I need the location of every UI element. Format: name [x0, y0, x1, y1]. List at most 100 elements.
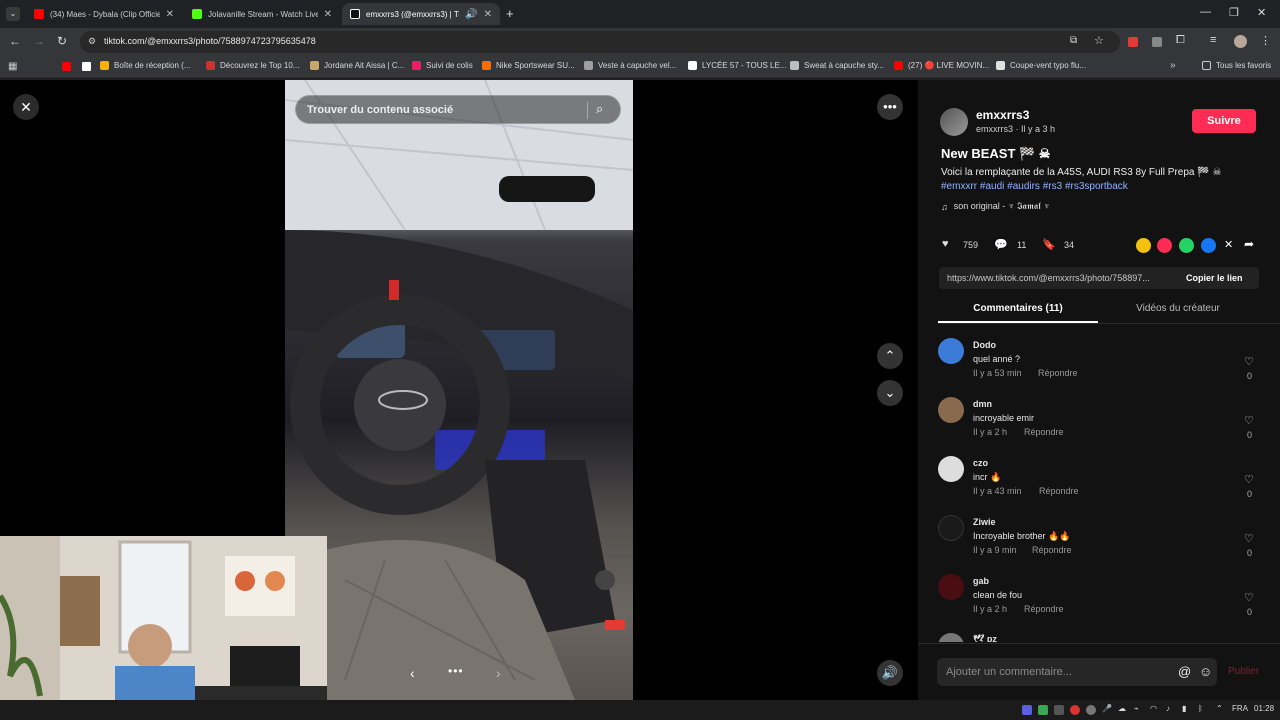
blank-bookmark-icon[interactable]: [82, 62, 91, 71]
cloud-icon[interactable]: ☁: [1118, 704, 1126, 713]
comment-author[interactable]: gab: [973, 576, 989, 586]
close-tab-icon[interactable]: ✕: [166, 9, 174, 20]
comment-input[interactable]: Ajouter un commentaire... @ ☺: [937, 658, 1217, 686]
extension-icon[interactable]: [1152, 37, 1162, 47]
copy-link-button[interactable]: Copier le lien: [1186, 273, 1243, 283]
share-send-icon[interactable]: [1157, 238, 1172, 253]
more-options-button[interactable]: •••: [877, 94, 903, 120]
share-emoji-icon[interactable]: [1136, 238, 1151, 253]
bluetooth-icon[interactable]: ᛒ: [1198, 704, 1203, 713]
tray-chevron-icon[interactable]: ⌃: [1216, 704, 1223, 713]
comment-like-icon[interactable]: ♡: [1244, 473, 1254, 486]
bookmark-item[interactable]: Découvrez le Top 10...: [206, 61, 299, 70]
related-content-search[interactable]: Trouver du contenu associé ⌕: [295, 95, 621, 124]
comment-author[interactable]: czo: [973, 458, 988, 468]
restore-icon[interactable]: ❐: [1229, 6, 1239, 19]
commenter-avatar[interactable]: [938, 574, 964, 600]
menu-icon[interactable]: ⋮: [1260, 34, 1271, 47]
clock[interactable]: 01:28: [1254, 704, 1274, 713]
close-viewer-button[interactable]: ✕: [13, 94, 39, 120]
tray-app-icon[interactable]: [1054, 705, 1064, 715]
commenter-avatar[interactable]: [938, 515, 964, 541]
bookmark-item[interactable]: Nike Sportswear SU...: [482, 61, 575, 70]
address-bar[interactable]: ⚙ tiktok.com/@emxxrrs3/photo/75889747237…: [80, 31, 1120, 53]
bookmark-item[interactable]: Boîte de réception (...: [100, 61, 191, 70]
network-icon[interactable]: ⌁: [1134, 704, 1139, 713]
reply-button[interactable]: Répondre: [1032, 545, 1072, 555]
reply-button[interactable]: Répondre: [1039, 486, 1079, 496]
install-app-icon[interactable]: ⧉: [1070, 35, 1077, 46]
comment-author[interactable]: Dodo: [973, 340, 996, 350]
youtube-bookmark-icon[interactable]: [62, 62, 71, 71]
bookmark-item[interactable]: Jordane Ait Aissa | C...: [310, 61, 404, 70]
tab-comments[interactable]: Commentaires (11): [938, 303, 1098, 314]
emoji-icon[interactable]: ☺: [1199, 664, 1212, 679]
close-tab-icon[interactable]: ✕: [324, 9, 332, 20]
tab-kick[interactable]: Jolavanille Stream - Watch Live ✕: [184, 3, 340, 25]
reload-icon[interactable]: ↻: [57, 34, 67, 48]
next-photo-icon[interactable]: ›: [496, 665, 501, 681]
minimize-icon[interactable]: —: [1200, 6, 1211, 18]
publish-button[interactable]: Publier: [1228, 666, 1259, 677]
search-icon[interactable]: ⌕: [596, 101, 603, 117]
commenter-avatar[interactable]: [938, 397, 964, 423]
comment-icon[interactable]: 💬: [994, 238, 1008, 251]
speaker-icon[interactable]: 🔊: [465, 9, 477, 20]
creator-avatar[interactable]: [940, 108, 968, 136]
bookmark-item[interactable]: LYCÉE 57 - TOUS LE...: [688, 61, 786, 70]
bookmark-item[interactable]: Sweat à capuche sty...: [790, 61, 884, 70]
tray-app-icon[interactable]: [1070, 705, 1080, 715]
tray-app-icon[interactable]: [1022, 705, 1032, 715]
comment-like-icon[interactable]: ♡: [1244, 414, 1254, 427]
close-window-icon[interactable]: ✕: [1257, 6, 1266, 19]
next-post-button[interactable]: ⌄: [877, 380, 903, 406]
comment-author[interactable]: Ziwie: [973, 517, 996, 527]
bookmark-star-icon[interactable]: ☆: [1094, 34, 1104, 47]
facebook-icon[interactable]: [1201, 238, 1216, 253]
all-bookmarks[interactable]: Tous les favoris: [1202, 61, 1271, 70]
comment-like-icon[interactable]: ♡: [1244, 532, 1254, 545]
volume-tray-icon[interactable]: ♪: [1166, 704, 1170, 713]
close-tab-icon[interactable]: ✕: [484, 9, 492, 20]
wifi-icon[interactable]: ◠: [1150, 704, 1157, 713]
sound-link[interactable]: ♫ son original - ♆ 𝕴𝖆𝖒𝖆𝖑 ♆: [941, 201, 1050, 212]
language-indicator[interactable]: FRA: [1232, 704, 1248, 713]
power-icon[interactable]: ▮: [1182, 704, 1186, 713]
follow-button[interactable]: Suivre: [1192, 109, 1256, 133]
post-hashtags[interactable]: #emxxrr #audi #audirs #rs3 #rs3sportback: [941, 181, 1128, 192]
tab-search-button[interactable]: ⌄: [6, 7, 20, 21]
tab-youtube[interactable]: (34) Maes - Dybala (Clip Officiel ✕: [26, 3, 182, 25]
bookmark-item[interactable]: Veste à capuche vel...: [584, 61, 676, 70]
extension-icon[interactable]: [1128, 37, 1138, 47]
post-link[interactable]: https://www.tiktok.com/@emxxrrs3/photo/7…: [947, 273, 1150, 283]
bookmark-item[interactable]: Coupe-vent typo flu...: [996, 61, 1086, 70]
tab-tiktok[interactable]: emxxrrs3 (@emxxrrs3) | TikT 🔊 ✕: [342, 3, 500, 25]
bookmark-icon[interactable]: 🔖: [1042, 238, 1056, 251]
comment-author[interactable]: 🕊 pz: [973, 634, 997, 642]
reply-button[interactable]: Répondre: [1038, 368, 1078, 378]
back-icon[interactable]: ←: [9, 34, 21, 48]
bookmark-item[interactable]: (27) 🔴 LIVE MOVIN...: [894, 61, 989, 70]
comment-like-icon[interactable]: ♡: [1244, 355, 1254, 368]
bookmark-item[interactable]: Suivi de colis: [412, 61, 473, 70]
extensions-puzzle-icon[interactable]: ⧠: [1176, 34, 1185, 47]
site-info-icon[interactable]: ⚙: [88, 36, 96, 47]
creator-username[interactable]: emxxrrs3: [976, 108, 1029, 122]
tray-app-icon[interactable]: [1086, 705, 1096, 715]
comment-like-icon[interactable]: ♡: [1244, 591, 1254, 604]
previous-post-button[interactable]: ⌃: [877, 343, 903, 369]
profile-avatar[interactable]: [1234, 35, 1247, 48]
reply-button[interactable]: Répondre: [1024, 427, 1064, 437]
commenter-avatar[interactable]: [938, 338, 964, 364]
volume-button[interactable]: 🔊: [877, 660, 903, 686]
x-twitter-icon[interactable]: ✕: [1224, 238, 1233, 251]
mic-icon[interactable]: 🎤: [1102, 704, 1112, 713]
prev-photo-icon[interactable]: ‹: [410, 665, 415, 681]
forward-icon[interactable]: →: [33, 34, 45, 48]
comment-author[interactable]: dmn: [973, 399, 992, 409]
whatsapp-icon[interactable]: [1179, 238, 1194, 253]
commenter-avatar[interactable]: [938, 456, 964, 482]
new-tab-button[interactable]: +: [506, 6, 514, 21]
reply-button[interactable]: Répondre: [1024, 604, 1064, 614]
more-bookmarks-icon[interactable]: »: [1170, 60, 1176, 71]
